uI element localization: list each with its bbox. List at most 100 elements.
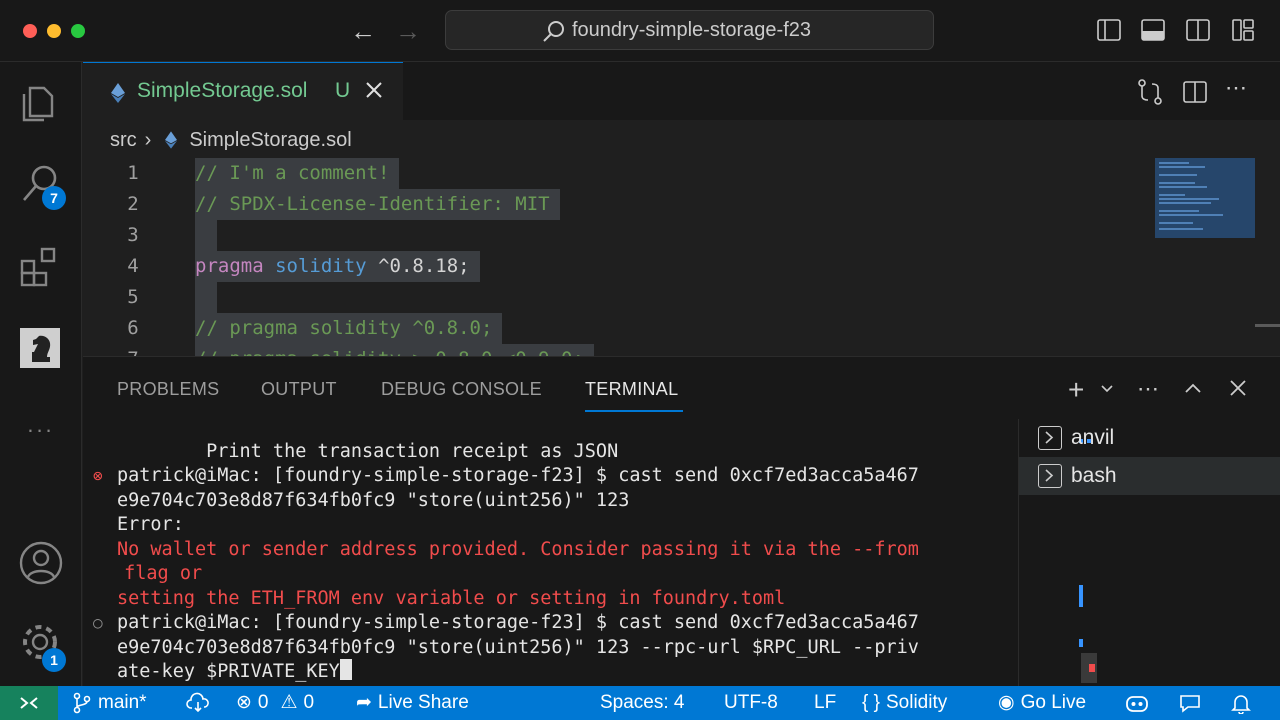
line-number: 5	[127, 286, 139, 308]
active-tab-indicator	[585, 410, 683, 412]
terminal-input-line: ate-key $PRIVATE_KEY	[117, 659, 352, 684]
language-status[interactable]: { } Solidity	[862, 692, 947, 714]
close-window-button[interactable]	[23, 24, 37, 38]
tab-debug-console[interactable]: DEBUG CONSOLE	[381, 379, 542, 400]
minimap[interactable]	[1155, 158, 1255, 238]
terminal-line: e9e704c703e8d87f634fb0fc9 "store(uint256…	[117, 637, 919, 658]
extensions-icon[interactable]	[18, 245, 64, 291]
command-center-search[interactable]: foundry-simple-storage-f23	[445, 10, 934, 50]
overview-ruler-marker	[1255, 324, 1280, 327]
version-token: ^0.8.18;	[378, 255, 470, 277]
terminal-line: patrick@iMac: [foundry-simple-storage-f2…	[117, 465, 919, 486]
line-text	[195, 282, 217, 313]
toggle-primary-sidebar-icon[interactable]	[1096, 17, 1122, 43]
sync-icon[interactable]	[186, 692, 210, 714]
indentation-status[interactable]: Spaces: 4	[600, 692, 685, 714]
settings-badge: 1	[42, 648, 66, 672]
breadcrumb-file[interactable]: SimpleStorage.sol	[189, 129, 351, 152]
line-text	[195, 220, 217, 251]
copilot-icon[interactable]	[1124, 692, 1150, 714]
activity-bar: 7 ... 1	[0, 62, 82, 686]
open-changes-icon[interactable]	[1136, 78, 1164, 106]
language-braces-icon: { }	[862, 692, 880, 713]
remote-indicator[interactable]	[0, 686, 58, 720]
zoom-window-button[interactable]	[71, 24, 85, 38]
feedback-icon[interactable]	[1178, 692, 1202, 714]
code-line: 3	[83, 220, 1280, 251]
tab-output[interactable]: OUTPUT	[261, 379, 337, 400]
line-number: 6	[127, 317, 139, 339]
line-text: // pragma solidity ^0.8.0;	[195, 313, 503, 344]
terminal-cursor	[339, 659, 352, 680]
encoding-status[interactable]: UTF-8	[724, 692, 778, 714]
warning-icon: ⚠	[280, 692, 298, 713]
tab-simplestorage[interactable]: SimpleStorage.sol U	[83, 62, 403, 120]
title-bar: ← → foundry-simple-storage-f23	[0, 0, 1280, 62]
new-terminal-plus-icon[interactable]: +	[1068, 376, 1096, 405]
line-number: 4	[127, 255, 139, 277]
terminal-line: patrick@iMac: [foundry-simple-storage-f2…	[117, 612, 919, 633]
code-editor[interactable]: 1 // I'm a comment! 2 // SPDX-License-Id…	[83, 156, 1280, 356]
solidity-file-icon	[111, 83, 125, 103]
split-editor-icon[interactable]	[1181, 78, 1209, 106]
back-arrow-icon[interactable]: ←	[350, 16, 376, 46]
live-share-button[interactable]: ➦ Live Share	[356, 692, 469, 714]
explorer-icon[interactable]	[18, 78, 64, 124]
accounts-icon[interactable]	[18, 540, 64, 586]
code-line: 5	[83, 282, 1280, 313]
close-panel-icon[interactable]	[1229, 379, 1257, 407]
status-bar: main* ⊗ 0 ⚠ 0 ➦ Live Share Spaces: 4 UTF…	[0, 686, 1280, 720]
terminal-item-anvil[interactable]: anvil	[1019, 419, 1280, 457]
tab-terminal[interactable]: TERMINAL	[585, 379, 678, 400]
manage-gear-icon[interactable]: 1	[18, 620, 66, 672]
terminal-line: Error:	[117, 514, 184, 535]
bottom-panel: PROBLEMS OUTPUT DEBUG CONSOLE TERMINAL +…	[83, 356, 1280, 687]
terminal-output[interactable]: Print the transaction receipt as JSON ⊗ …	[83, 439, 1013, 687]
error-icon: ⊗	[236, 692, 252, 713]
problems-status[interactable]: ⊗ 0 ⚠ 0	[236, 692, 314, 714]
code-line: 2 // SPDX-License-Identifier: MIT	[83, 189, 1280, 220]
live-share-icon: ➦	[356, 692, 372, 713]
error-count: 0	[257, 692, 269, 713]
code-line: 6 // pragma solidity ^0.8.0;	[83, 313, 1280, 344]
more-actions-icon[interactable]: ⋯	[1225, 77, 1253, 106]
terminal-error-line: flag or	[113, 563, 203, 584]
more-actions-icon[interactable]: ⋯	[1137, 377, 1165, 405]
remote-explorer-icon[interactable]	[18, 326, 64, 372]
breadcrumb-folder[interactable]: src	[110, 129, 137, 152]
close-icon[interactable]	[365, 81, 383, 99]
terminal-icon	[1038, 464, 1062, 488]
command-circle-icon[interactable]: ○	[93, 610, 103, 635]
line-number: 7	[113, 344, 153, 356]
forward-arrow-icon[interactable]: →	[395, 16, 421, 46]
branch-status[interactable]: main*	[72, 692, 147, 714]
window-title: foundry-simple-storage-f23	[572, 19, 811, 41]
terminal-line: e9e704c703e8d87f634fb0fc9 "store(uint256…	[117, 490, 630, 511]
search-view-icon[interactable]: 7	[18, 160, 66, 210]
terminal-icon	[1038, 426, 1062, 450]
customize-layout-icon[interactable]	[1230, 17, 1256, 43]
terminal-error-line: No wallet or sender address provided. Co…	[117, 539, 919, 560]
chevron-down-icon[interactable]	[1099, 381, 1127, 409]
line-number: 2	[127, 193, 139, 215]
maximize-panel-chevron-up-icon[interactable]	[1183, 379, 1211, 407]
terminal-item-bash[interactable]: bash	[1019, 457, 1280, 495]
error-circle-icon[interactable]: ⊗	[93, 463, 103, 488]
editor-tab-bar: SimpleStorage.sol U ⋯	[83, 62, 1280, 120]
terminal-list: anvil bash	[1018, 419, 1280, 687]
more-views-icon[interactable]: ...	[18, 412, 64, 458]
git-branch-icon	[73, 692, 91, 714]
toggle-secondary-sidebar-icon[interactable]	[1185, 17, 1211, 43]
solidity-file-icon	[165, 131, 178, 149]
notifications-bell-icon[interactable]	[1230, 692, 1252, 714]
go-live-button[interactable]: ◉ Go Live	[998, 692, 1086, 714]
branch-name: main*	[98, 692, 147, 713]
code-line: 1 // I'm a comment!	[83, 158, 1280, 189]
toggle-panel-icon[interactable]	[1140, 17, 1166, 43]
line-text: // SPDX-License-Identifier: MIT	[195, 189, 560, 220]
eol-status[interactable]: LF	[814, 692, 836, 714]
tab-problems[interactable]: PROBLEMS	[117, 379, 219, 400]
minimize-window-button[interactable]	[47, 24, 61, 38]
search-icon	[542, 20, 566, 44]
tab-untracked-status: U	[335, 79, 351, 102]
